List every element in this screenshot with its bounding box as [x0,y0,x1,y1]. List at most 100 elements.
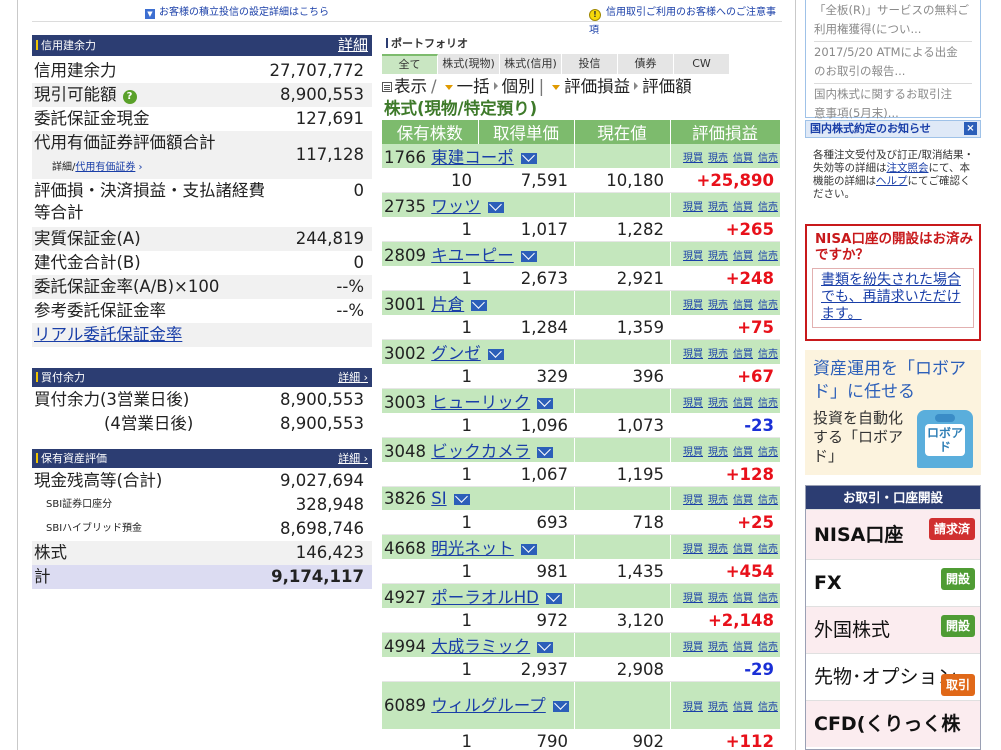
cash-buy-link[interactable]: 現買 [683,398,703,409]
cash-sell-link[interactable]: 現売 [708,593,728,604]
margin-sell-link[interactable]: 信売 [758,349,778,360]
cash-sell-link[interactable]: 現売 [708,702,728,713]
news-item[interactable]: 国内株式に関するお取引注 意事項(5月末)... [814,84,972,125]
cash-buy-link[interactable]: 現買 [683,495,703,506]
cash-buy-link[interactable]: 現買 [683,251,703,262]
cash-buy-link[interactable]: 現買 [683,349,703,360]
help-link[interactable]: ヘルプ [876,175,908,187]
margin-sell-link[interactable]: 信売 [758,495,778,506]
margin-buy-link[interactable]: 信買 [733,153,753,164]
mail-icon[interactable] [520,544,537,555]
margin-sell-link[interactable]: 信売 [758,447,778,458]
margin-buy-link[interactable]: 信買 [733,495,753,506]
tab-all[interactable]: 全て [382,54,438,74]
investment-trust-settings-link[interactable]: ▼ お客様の積立投信の設定詳細はこちら [145,3,329,19]
help-icon[interactable]: ? [122,90,137,104]
margin-buy-link[interactable]: 信買 [733,300,753,311]
margin-buy-link[interactable]: 信買 [733,593,753,604]
mail-icon[interactable] [537,642,554,653]
stock-name-link[interactable]: ポーラオルHD [431,588,539,607]
credit-trading-caution-link[interactable]: ! 信用取引ご利用のお客様へのご注意事項 [589,3,782,36]
cash-sell-link[interactable]: 現売 [708,202,728,213]
fx-item[interactable]: FX 開設 [806,559,980,606]
cash-buy-link[interactable]: 現買 [683,153,703,164]
margin-sell-link[interactable]: 信売 [758,593,778,604]
cash-sell-link[interactable]: 現売 [708,251,728,262]
open-fx-button[interactable]: 開設 [940,568,975,590]
cash-sell-link[interactable]: 現売 [708,495,728,506]
stock-name-link[interactable]: 明光ネット [431,539,514,558]
view-each-toggle[interactable]: 個別 [502,77,535,96]
margin-sell-link[interactable]: 信売 [758,642,778,653]
stock-name-link[interactable]: グンゼ [431,344,481,363]
margin-buy-link[interactable]: 信買 [733,447,753,458]
margin-buy-link[interactable]: 信買 [733,251,753,262]
cash-buy-link[interactable]: 現買 [683,544,703,555]
margin-buy-link[interactable]: 信買 [733,544,753,555]
tab-stock-margin[interactable]: 株式(信用) [500,54,562,74]
stock-name-link[interactable]: 大成ラミック [431,637,530,656]
cash-sell-link[interactable]: 現売 [708,349,728,360]
cash-sell-link[interactable]: 現売 [708,642,728,653]
mail-icon[interactable] [471,300,488,311]
cash-buy-link[interactable]: 現買 [683,202,703,213]
margin-sell-link[interactable]: 信売 [758,202,778,213]
tab-stock-cash[interactable]: 株式(現物) [438,54,500,74]
stock-name-link[interactable]: ウィルグループ [431,696,546,715]
mail-icon[interactable] [537,398,554,409]
buying-detail-link[interactable]: 詳細 › [338,368,368,387]
mail-icon[interactable] [537,447,554,458]
stock-name-link[interactable]: ビックカメラ [431,442,530,461]
margin-buy-link[interactable]: 信買 [733,349,753,360]
display-toggle[interactable]: 表示 [394,77,427,96]
robo-advisor-banner[interactable]: 資産運用を「ロボアド」に任せる 投資を自動化する「ロボアド」 ロボアド [805,350,981,475]
mail-icon[interactable] [520,153,537,164]
cash-sell-link[interactable]: 現売 [708,153,728,164]
tab-bond[interactable]: 債券 [618,54,674,74]
open-foreign-button[interactable]: 開設 [940,615,975,637]
sort-pl-toggle[interactable]: 評価損益 [564,77,630,96]
mail-icon[interactable] [552,700,569,712]
stock-name-link[interactable]: ヒューリック [431,393,530,412]
margin-sell-link[interactable]: 信売 [758,702,778,713]
cash-buy-link[interactable]: 現買 [683,593,703,604]
cash-buy-link[interactable]: 現買 [683,300,703,311]
mail-icon[interactable] [545,593,562,604]
cash-buy-link[interactable]: 現買 [683,447,703,458]
margin-sell-link[interactable]: 信売 [758,398,778,409]
futures-options-item[interactable]: 先物･オプション 取引 [806,653,980,700]
close-icon[interactable]: × [964,122,977,135]
margin-buy-link[interactable]: 信買 [733,702,753,713]
stock-name-link[interactable]: SI [431,489,446,508]
margin-buy-link[interactable]: 信買 [733,202,753,213]
cash-sell-link[interactable]: 現売 [708,300,728,311]
cash-sell-link[interactable]: 現売 [708,398,728,409]
news-item[interactable]: 「全板(R)」サービスの無料ご 利用権獲得(につい... [814,0,972,42]
mail-icon[interactable] [453,494,470,505]
margin-buy-link[interactable]: 信買 [733,642,753,653]
margin-sell-link[interactable]: 信売 [758,153,778,164]
margin-sell-link[interactable]: 信売 [758,300,778,311]
foreign-stock-item[interactable]: 外国株式 開設 [806,606,980,653]
cash-sell-link[interactable]: 現売 [708,447,728,458]
mail-icon[interactable] [520,251,537,262]
news-item[interactable]: 2017/5/20 ATMによる出金 のお取引の報告... [814,42,972,84]
cash-buy-link[interactable]: 現買 [683,702,703,713]
stock-name-link[interactable]: 片倉 [431,295,464,314]
mail-icon[interactable] [487,349,504,360]
tab-cw[interactable]: CW [674,54,730,74]
view-all-toggle[interactable]: 一括 [457,77,490,96]
credit-detail-link[interactable]: 詳細 [338,35,368,56]
nisa-reissue-link[interactable]: 書類を紛失された場合でも、再請求いただけます。 [812,268,974,328]
cfd-item[interactable]: CFD(くりっく株 [806,700,980,747]
margin-sell-link[interactable]: 信売 [758,544,778,555]
tab-investment-trust[interactable]: 投信 [562,54,618,74]
mail-icon[interactable] [487,202,504,213]
stock-name-link[interactable]: 東建コーポ [431,148,514,167]
assets-detail-link[interactable]: 詳細 › [338,449,368,468]
nisa-account-item[interactable]: NISA口座 請求済 [806,509,980,559]
margin-buy-link[interactable]: 信買 [733,398,753,409]
cash-sell-link[interactable]: 現売 [708,544,728,555]
real-margin-rate-link[interactable]: リアル委託保証金率 [34,323,182,347]
margin-sell-link[interactable]: 信売 [758,251,778,262]
